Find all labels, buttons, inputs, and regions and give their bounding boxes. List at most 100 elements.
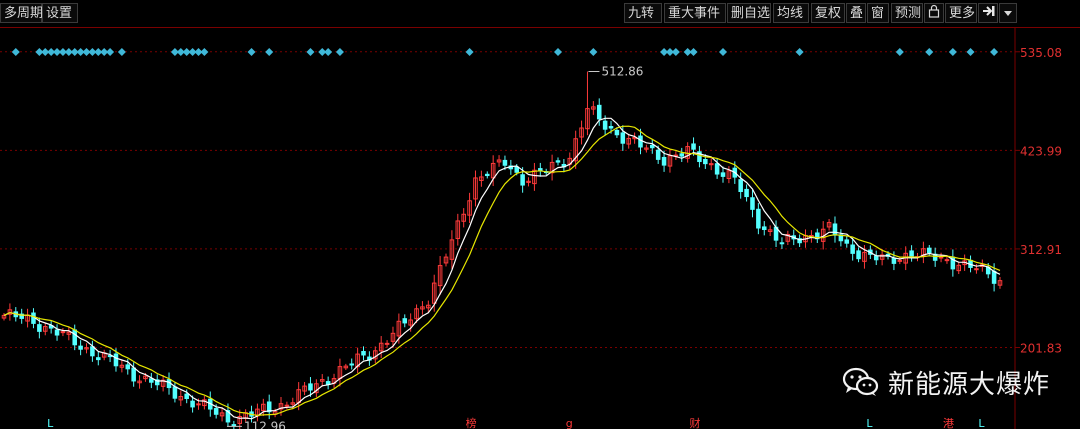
event-marker[interactable] <box>335 48 344 56</box>
y-tick-label: 423.99 <box>1020 144 1062 158</box>
candle-body <box>184 393 189 400</box>
low-label: 112.96 <box>244 419 286 429</box>
event-marker[interactable] <box>671 48 680 56</box>
bottom-event-label[interactable]: 榜 <box>466 416 477 429</box>
watermark-text: 新能源大爆炸 <box>888 369 1051 400</box>
event-marker[interactable] <box>465 48 474 56</box>
event-marker[interactable] <box>689 48 698 56</box>
settings-button[interactable]: 设置 <box>42 3 78 23</box>
candle-body <box>231 424 237 427</box>
event-marker[interactable] <box>589 48 598 56</box>
candle-body <box>520 174 525 186</box>
candle-body <box>596 104 602 120</box>
candle-body <box>614 129 620 136</box>
candle-body <box>650 144 655 149</box>
candle-body <box>402 318 408 324</box>
event-marker[interactable] <box>265 48 274 56</box>
candle-body <box>891 257 897 264</box>
candle-body <box>850 244 855 254</box>
event-marker[interactable] <box>895 48 904 56</box>
candle-body <box>502 159 508 166</box>
candle-body <box>691 143 696 150</box>
candle-body <box>655 149 661 160</box>
candle-body <box>213 408 219 415</box>
candle-body <box>974 268 979 271</box>
candle-body <box>484 173 490 177</box>
candle-body <box>555 160 561 163</box>
major-events-button[interactable]: 重大事件 <box>664 3 726 23</box>
candle-body <box>761 226 767 231</box>
candle-body <box>361 351 366 356</box>
bottom-event-label[interactable]: L <box>866 417 873 429</box>
candle-body <box>856 250 861 260</box>
bottom-event-label[interactable]: L <box>978 417 985 429</box>
event-marker[interactable] <box>306 48 315 56</box>
event-marker[interactable] <box>948 48 957 56</box>
bottom-event-label[interactable]: g <box>566 417 573 429</box>
wechat-icon <box>842 367 879 396</box>
y-tick-label: 312.91 <box>1020 243 1062 257</box>
candle-body <box>349 363 354 366</box>
y-tick-label: 201.83 <box>1020 342 1062 356</box>
bottom-event-label[interactable]: L <box>47 417 54 429</box>
delete-select-button[interactable]: 删自选 <box>727 3 771 23</box>
candle-body <box>190 400 195 408</box>
candle-body <box>679 153 685 157</box>
bottom-event-label[interactable]: 财 <box>690 416 701 429</box>
event-marker[interactable] <box>247 48 256 56</box>
event-marker[interactable] <box>966 48 975 56</box>
candle-body <box>938 256 944 259</box>
adjust-button[interactable]: 复权 <box>811 3 845 23</box>
nine-turn-button[interactable]: 九转 <box>624 3 662 23</box>
candle-body <box>72 329 77 346</box>
candle-body <box>750 197 755 210</box>
candle-body <box>744 188 749 198</box>
window-button[interactable]: 窗 <box>867 3 889 23</box>
candle-body <box>60 331 66 334</box>
event-marker[interactable] <box>117 48 126 56</box>
event-marker[interactable] <box>719 48 728 56</box>
ma-line-button[interactable]: 均线 <box>773 3 809 23</box>
candle-body <box>608 126 614 129</box>
candle-body <box>661 156 667 166</box>
lock-button[interactable] <box>924 3 944 23</box>
candle-body <box>620 132 626 144</box>
predict-button[interactable]: 预测 <box>891 3 923 23</box>
candle-body <box>90 346 95 357</box>
candle-body <box>131 367 136 382</box>
event-marker[interactable] <box>11 48 20 56</box>
chart-toolbar: 多周期 设置 九转 重大事件 删自选 均线 复权叠窗预测 更多 <box>0 0 1080 28</box>
dropdown-triangle-button[interactable] <box>999 3 1017 23</box>
candle-body <box>714 163 720 175</box>
candle-body <box>720 172 726 177</box>
candle-body <box>384 342 390 345</box>
pin-arrow-button[interactable] <box>978 3 998 23</box>
watermark: 新能源大爆炸 <box>842 362 1050 402</box>
event-marker[interactable] <box>925 48 934 56</box>
event-marker[interactable] <box>324 48 333 56</box>
event-marker[interactable] <box>106 48 115 56</box>
candle-body <box>844 239 850 244</box>
candle-body <box>873 255 879 261</box>
overlay-button[interactable]: 叠 <box>846 3 866 23</box>
pin-arrow-icon <box>982 4 995 24</box>
candle-body <box>96 357 101 361</box>
candle-body <box>703 159 708 165</box>
event-marker[interactable] <box>553 48 562 56</box>
multi-period-button[interactable]: 多周期 <box>0 3 43 23</box>
event-marker[interactable] <box>200 48 209 56</box>
more-button[interactable]: 更多 <box>945 3 977 23</box>
candle-body <box>779 242 785 245</box>
candle-body <box>756 208 761 229</box>
candle-body <box>944 259 950 262</box>
candle-body <box>196 403 201 406</box>
candle-body <box>832 223 838 236</box>
candle-body <box>125 364 131 370</box>
candle-body <box>284 404 290 407</box>
candle-body <box>927 247 932 254</box>
event-marker[interactable] <box>990 48 999 56</box>
candle-body <box>638 135 643 148</box>
candle-body <box>149 378 154 383</box>
bottom-event-label[interactable]: 港 <box>943 417 954 429</box>
event-marker[interactable] <box>795 48 804 56</box>
